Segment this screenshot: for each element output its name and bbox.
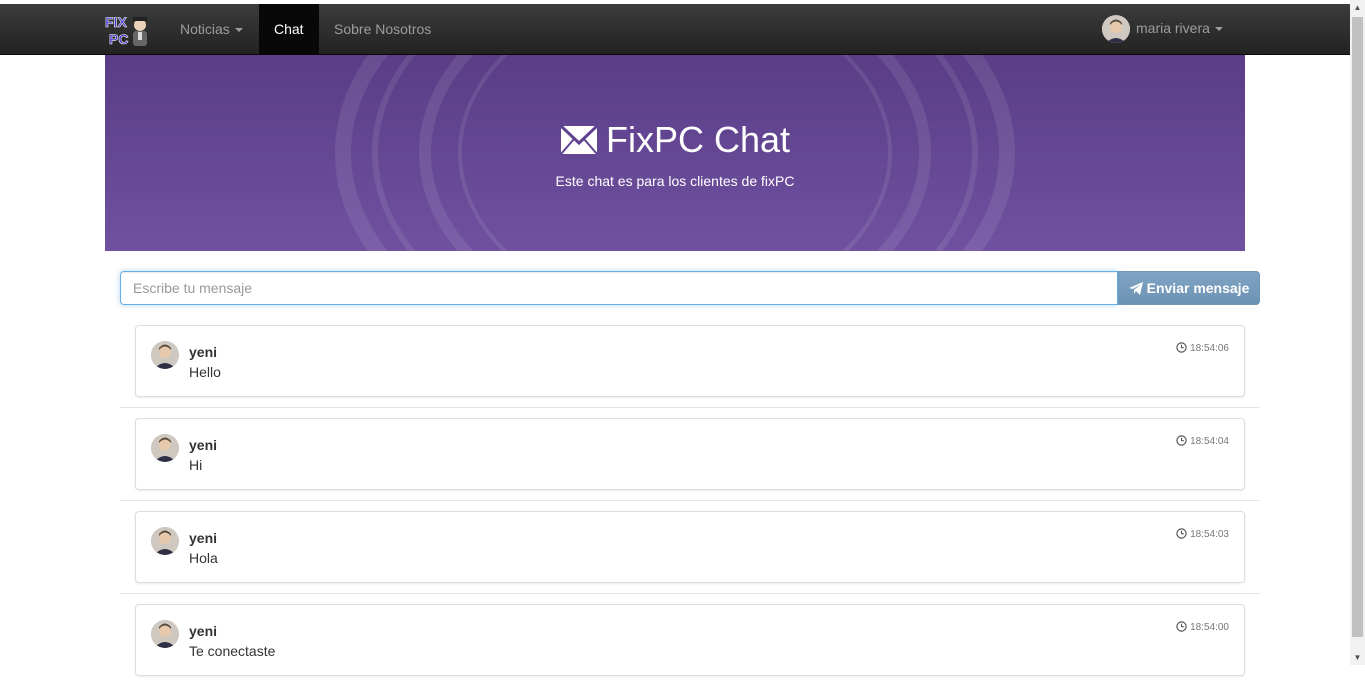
divider: [120, 500, 1260, 501]
list-item: yeni Hi 18:54:04: [120, 418, 1260, 511]
avatar: [151, 341, 179, 369]
message-timestamp: 18:54:00: [1176, 621, 1229, 633]
message-list: yeni Hello 18:54:06 yeni Hi 18:54:04 yen…: [120, 325, 1260, 697]
message-time-text: 18:54:00: [1190, 622, 1229, 633]
user-menu[interactable]: maria rivera: [1102, 4, 1223, 54]
message-text: Hola: [189, 550, 218, 566]
send-message-button[interactable]: Enviar mensaje: [1118, 271, 1260, 305]
list-item: yeni Hola 18:54:03: [120, 511, 1260, 604]
paper-plane-icon: [1128, 282, 1143, 295]
message-time-text: 18:54:04: [1190, 436, 1229, 447]
avatar: [1102, 15, 1130, 44]
brand-text-bottom: PC: [109, 31, 128, 47]
scroll-down-arrow-icon[interactable]: ▼: [1350, 650, 1365, 665]
message-author: yeni: [189, 344, 218, 360]
divider: [120, 593, 1260, 594]
message-text: Hello: [189, 364, 221, 380]
page-scrollbar[interactable]: ▲ ▼: [1350, 0, 1365, 665]
page-title: FixPC Chat: [105, 118, 1245, 162]
message-text: Hi: [189, 457, 203, 473]
avatar: [151, 434, 179, 462]
hero-title-text: FixPC Chat: [605, 119, 791, 160]
envelope-icon: [559, 124, 598, 155]
navbar: FIX PC Noticias Chat Sobre Nosotros mari…: [0, 4, 1350, 55]
nav-item-label: Noticias: [180, 21, 230, 37]
list-item: yeni Hello 18:54:06: [120, 325, 1260, 418]
scrollbar-thumb[interactable]: [1352, 17, 1363, 637]
clock-icon: [1176, 435, 1187, 446]
avatar: [151, 527, 179, 555]
nav-item-label: Sobre Nosotros: [334, 21, 432, 37]
nav-item-chat[interactable]: Chat: [259, 4, 319, 54]
clock-icon: [1176, 528, 1187, 539]
chevron-down-icon: [1214, 27, 1223, 32]
message-timestamp: 18:54:03: [1176, 528, 1229, 540]
message-time-text: 18:54:03: [1190, 529, 1229, 540]
message-card: yeni Hi 18:54:04: [135, 418, 1245, 490]
message-author: yeni: [189, 530, 218, 546]
message-time-text: 18:54:06: [1190, 343, 1229, 354]
nav-item-noticias[interactable]: Noticias: [165, 4, 258, 54]
message-author: yeni: [189, 623, 218, 639]
message-text: Te conectaste: [189, 643, 276, 659]
clock-icon: [1176, 342, 1187, 353]
nav-item-label: Chat: [274, 21, 304, 37]
message-card: yeni Hola 18:54:03: [135, 511, 1245, 583]
message-card: yeni Te conectaste 18:54:00: [135, 604, 1245, 676]
clock-icon: [1176, 621, 1187, 632]
user-name: maria rivera: [1136, 20, 1210, 36]
message-author: yeni: [189, 437, 218, 453]
brand-text-top: FIX: [105, 14, 127, 30]
divider: [120, 407, 1260, 408]
message-timestamp: 18:54:04: [1176, 435, 1229, 447]
brand-logo[interactable]: FIX PC: [104, 12, 150, 48]
chevron-down-icon: [234, 28, 243, 33]
nav-item-sobre-nosotros[interactable]: Sobre Nosotros: [319, 4, 446, 54]
message-card: yeni Hello 18:54:06: [135, 325, 1245, 397]
hero-subtitle: Este chat es para los clientes de fixPC: [555, 173, 795, 189]
send-button-label: Enviar mensaje: [1146, 280, 1250, 296]
message-timestamp: 18:54:06: [1176, 342, 1229, 354]
message-input[interactable]: [120, 271, 1118, 305]
list-item: yeni Te conectaste 18:54:00: [120, 604, 1260, 697]
scroll-up-arrow-icon[interactable]: ▲: [1350, 0, 1365, 15]
hero-banner: FixPC Chat Este chat es para los cliente…: [105, 55, 1245, 251]
avatar: [151, 620, 179, 648]
